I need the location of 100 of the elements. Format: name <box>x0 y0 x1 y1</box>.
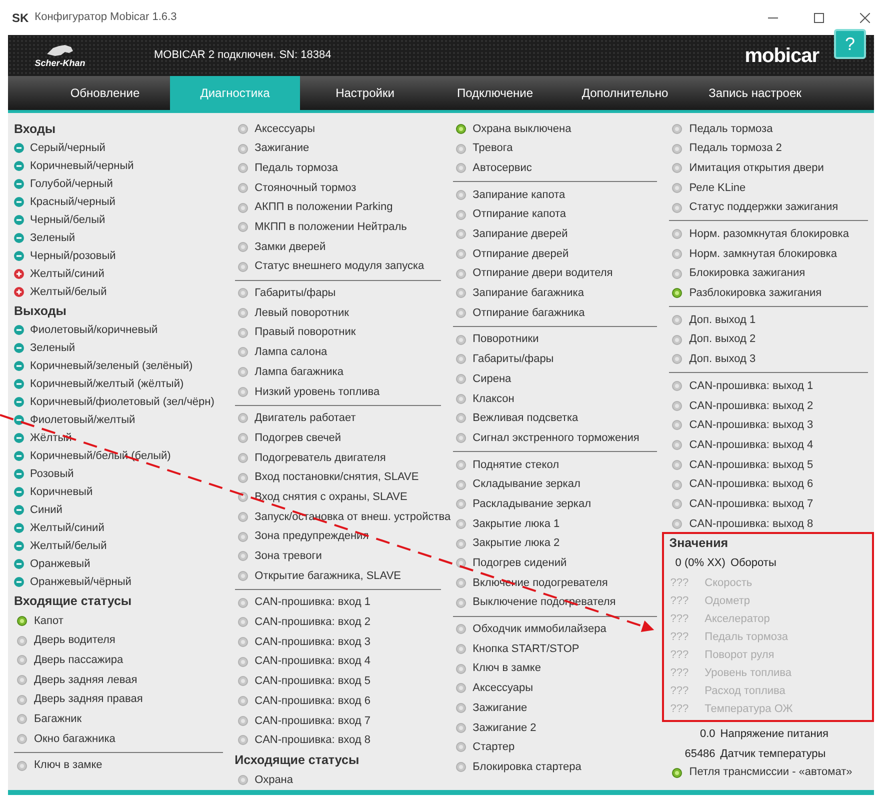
signal-label: Багажник <box>34 712 82 728</box>
value-label: Акселератор <box>704 612 770 626</box>
signal-label: CAN-прошивка: выход 5 <box>689 458 814 473</box>
signal-label: Зажигание <box>254 141 310 156</box>
signal-label: Отпирание дверей <box>472 246 569 262</box>
signal-label: Дверь пассажира <box>34 652 124 668</box>
signal-label: Петля трансмиссии - «автомат» <box>689 765 852 780</box>
product-logo: mobicar <box>744 44 819 68</box>
signal-label: Блокировка стартера <box>472 760 582 775</box>
signal-label: Коричневый/желтый (жёлтый) <box>30 376 184 392</box>
signal-label: Поворотники <box>472 332 539 348</box>
signal-label: МКПП в положении Нейтраль <box>254 220 407 236</box>
signal-label: Статус поддержки зажигания <box>689 200 838 216</box>
value-reading: ??? <box>670 648 689 662</box>
signal-label: Лампа багажника <box>254 364 344 380</box>
signal-label: Вход постановки/снятия, SLAVE <box>254 470 419 486</box>
close-icon[interactable] <box>860 12 870 22</box>
section-heading: Выходы <box>14 302 68 320</box>
value-label: Температура ОЖ <box>704 702 793 716</box>
value-reading: 0 (0% XX) <box>675 556 726 570</box>
signal-label: Кнопка START/STOP <box>472 642 580 657</box>
signal-label: Обходчик иммобилайзера <box>472 622 606 638</box>
value-reading: ??? <box>670 684 689 698</box>
section-heading: Входящие статусы <box>14 592 133 610</box>
tab[interactable]: Дополнительно <box>560 76 690 110</box>
signal-label: Подогрев сидений <box>472 556 567 572</box>
signal-label: CAN-прошивка: выход 1 <box>689 378 814 394</box>
signal-label: Стояночный тормоз <box>254 180 356 196</box>
signal-label: Блокировка зажигания <box>689 266 806 282</box>
signal-label: Красный/черный <box>30 194 116 210</box>
signal-label: Отпирание капота <box>472 207 566 222</box>
value-reading: ??? <box>670 576 689 590</box>
signal-label: Зона предупреждения <box>254 529 369 544</box>
signal-label: Сирена <box>472 372 512 387</box>
value-reading: 0.0 <box>699 726 716 742</box>
value-label: Уровень топлива <box>704 666 792 680</box>
signal-label: Зеленый <box>30 340 76 356</box>
signal-label: Сигнал экстренного торможения <box>472 430 640 446</box>
signal-label: Поднятие стекол <box>472 458 559 473</box>
signal-label: CAN-прошивка: вход 6 <box>254 694 371 709</box>
tab[interactable]: Обновление <box>40 76 170 110</box>
signal-label: Норм. замкнутая блокировка <box>689 246 837 262</box>
signal-label: CAN-прошивка: выход 3 <box>689 418 814 434</box>
signal-label: Желтый/белый <box>30 284 107 300</box>
section-heading: Входы <box>14 120 57 138</box>
tab[interactable]: Подключение <box>430 76 560 110</box>
signal-label: Синий <box>30 502 62 518</box>
window-title: Конфигуратор Mobicar 1.6.3 <box>34 10 177 26</box>
maximize-icon[interactable] <box>814 12 824 22</box>
signal-label: Отпирание багажника <box>472 306 585 321</box>
tab[interactable]: Запись настроек <box>690 76 820 110</box>
signal-label: Фиолетовый/коричневый <box>30 322 158 338</box>
signal-label: Коричневый/зеленый (зелёный) <box>30 358 193 374</box>
value-label: Педаль тормоза <box>704 630 788 644</box>
value-label: Расход топлива <box>704 684 786 698</box>
signal-label: CAN-прошивка: вход 8 <box>254 733 371 748</box>
signal-label: CAN-прошивка: вход 4 <box>254 654 371 670</box>
value-reading: ??? <box>670 612 689 626</box>
signal-label: CAN-прошивка: выход 8 <box>689 516 814 532</box>
signal-label: Зона тревоги <box>254 549 322 564</box>
signal-label: Дверь водителя <box>34 633 116 648</box>
signal-label: Коричневый <box>30 484 93 500</box>
signal-label: Ключ в замке <box>472 661 541 676</box>
signal-label: Стартер <box>472 740 515 756</box>
value-reading: ??? <box>670 630 689 644</box>
value-reading: ??? <box>670 594 689 608</box>
value-label: Обороты <box>730 556 776 570</box>
value-label: Напряжение питания <box>720 726 828 742</box>
signal-label: Левый поворотник <box>254 306 349 321</box>
signal-label: Запирание капота <box>472 188 566 203</box>
signal-label: Реле KLine <box>689 180 746 196</box>
signal-label: АКПП в положении Parking <box>254 200 393 216</box>
signal-label: Дверь задняя правая <box>34 692 143 708</box>
signal-label: Зажигание 2 <box>472 720 536 736</box>
signal-label: Оранжевый <box>30 556 90 572</box>
signal-label: Габариты/фары <box>472 352 554 368</box>
signal-label: Коричневый/фиолетовый (зел/чёрн) <box>30 394 214 410</box>
signal-label: Дверь задняя левая <box>34 672 138 688</box>
signal-label: Запирание багажника <box>472 286 584 302</box>
signal-label: Двигатель работает <box>254 411 356 426</box>
tab[interactable]: Настройки <box>300 76 430 110</box>
signal-label: CAN-прошивка: вход 5 <box>254 674 371 690</box>
signal-label: Запирание дверей <box>472 227 568 242</box>
signal-label: Замки дверей <box>254 240 326 255</box>
signal-label: Ключ в замке <box>34 758 102 774</box>
signal-label: Аксессуары <box>472 681 534 696</box>
value-label: Поворот руля <box>704 648 774 662</box>
signal-label: Окно багажника <box>34 732 116 747</box>
section-heading: Значения <box>669 535 730 552</box>
signal-label: Запуск/остановка от внеш. устройства <box>254 510 451 525</box>
brand-name: Scher-Khan <box>34 58 86 68</box>
signal-label: CAN-прошивка: выход 6 <box>689 477 814 492</box>
signal-label: Доп. выход 2 <box>689 332 756 348</box>
signal-label: Аксессуары <box>254 122 316 137</box>
signal-label: Зеленый <box>30 230 76 246</box>
signal-label: CAN-прошивка: вход 2 <box>254 615 371 630</box>
connection-status: MOBICAR 2 подключен. SN: 18384 <box>154 48 332 64</box>
signal-label: Голубой/черный <box>30 176 113 192</box>
signal-label: Норм. разомкнутая блокировка <box>689 227 849 242</box>
signal-label: Складывание зеркал <box>472 477 580 492</box>
